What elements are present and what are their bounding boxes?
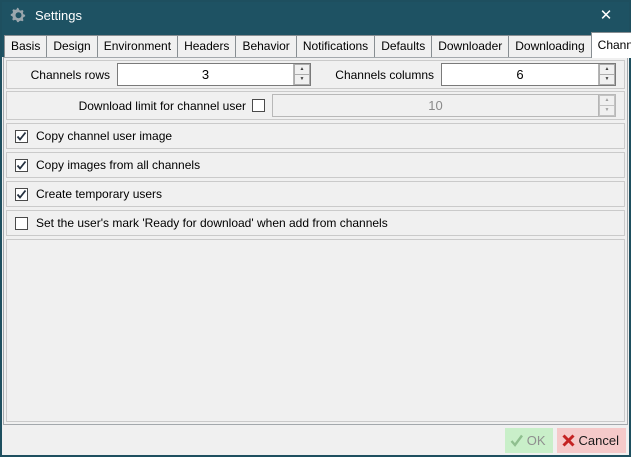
ok-button[interactable]: OK (505, 428, 553, 453)
checkmark-icon (16, 160, 27, 171)
channels-tab-page: Channels rows 3 ▲ ▼ Channels columns 6 ▲… (3, 57, 628, 425)
channels-rows-stepper[interactable]: 3 ▲ ▼ (117, 63, 311, 86)
tab-channels[interactable]: Channels (591, 32, 631, 58)
ok-button-label: OK (527, 433, 546, 448)
gear-icon (10, 7, 27, 24)
cancel-button-label: Cancel (579, 433, 619, 448)
tab-downloading[interactable]: Downloading (508, 35, 591, 57)
copy-images-all-channels-checkbox[interactable] (15, 159, 28, 172)
checkmark-icon (16, 189, 27, 200)
create-temporary-users-label[interactable]: Create temporary users (36, 187, 162, 201)
spin-up-icon[interactable]: ▲ (599, 64, 615, 74)
download-limit-spin-buttons: ▲ ▼ (598, 95, 615, 116)
spin-down-icon[interactable]: ▼ (599, 74, 615, 85)
tab-behavior[interactable]: Behavior (235, 35, 296, 57)
download-limit-checkbox[interactable] (252, 99, 265, 112)
empty-panel (6, 239, 625, 422)
create-temporary-users-row: Create temporary users (6, 181, 625, 207)
spin-down-icon[interactable]: ▼ (294, 74, 310, 85)
download-limit-value: 10 (273, 95, 598, 116)
set-ready-mark-row: Set the user's mark 'Ready for download'… (6, 210, 625, 236)
spin-up-icon[interactable]: ▲ (294, 64, 310, 74)
set-ready-mark-checkbox[interactable] (15, 217, 28, 230)
spin-up-icon: ▲ (599, 95, 615, 105)
spin-down-icon: ▼ (599, 105, 615, 116)
channels-columns-stepper[interactable]: 6 ▲ ▼ (441, 63, 616, 86)
checkmark-icon (16, 131, 27, 142)
copy-channel-user-image-label[interactable]: Copy channel user image (36, 129, 172, 143)
download-limit-row: Download limit for channel user 10 ▲ ▼ (6, 91, 625, 120)
tab-environment[interactable]: Environment (97, 35, 178, 57)
footer-bar: OK Cancel (2, 425, 629, 455)
download-limit-stepper: 10 ▲ ▼ (272, 94, 616, 117)
tab-defaults[interactable]: Defaults (374, 35, 432, 57)
tab-downloader[interactable]: Downloader (431, 35, 509, 57)
set-ready-mark-label[interactable]: Set the user's mark 'Ready for download'… (36, 216, 388, 230)
tab-design[interactable]: Design (46, 35, 97, 57)
copy-images-all-channels-label[interactable]: Copy images from all channels (36, 158, 200, 172)
grid-size-row: Channels rows 3 ▲ ▼ Channels columns 6 ▲… (6, 60, 625, 89)
copy-channel-user-image-checkbox[interactable] (15, 130, 28, 143)
create-temporary-users-checkbox[interactable] (15, 188, 28, 201)
channels-columns-spin-buttons: ▲ ▼ (598, 64, 615, 85)
tab-basis[interactable]: Basis (4, 35, 47, 57)
channels-columns-label: Channels columns (321, 68, 441, 82)
settings-dialog: Settings ✕ Basis Design Environment Head… (0, 0, 631, 457)
channels-rows-spin-buttons: ▲ ▼ (293, 64, 310, 85)
download-limit-label: Download limit for channel user (7, 99, 252, 113)
close-icon[interactable]: ✕ (591, 2, 621, 29)
copy-channel-user-image-row: Copy channel user image (6, 123, 625, 149)
x-icon (561, 433, 576, 448)
channels-rows-label: Channels rows (7, 68, 117, 82)
cancel-button[interactable]: Cancel (557, 428, 626, 453)
channels-columns-value[interactable]: 6 (442, 64, 598, 85)
check-icon (509, 433, 524, 448)
window-title: Settings (35, 8, 82, 23)
tab-headers[interactable]: Headers (177, 35, 236, 57)
copy-images-all-channels-row: Copy images from all channels (6, 152, 625, 178)
channels-rows-value[interactable]: 3 (118, 64, 293, 85)
title-bar: Settings ✕ (2, 2, 629, 29)
tab-notifications[interactable]: Notifications (296, 35, 375, 57)
tab-strip: Basis Design Environment Headers Behavio… (2, 29, 629, 57)
